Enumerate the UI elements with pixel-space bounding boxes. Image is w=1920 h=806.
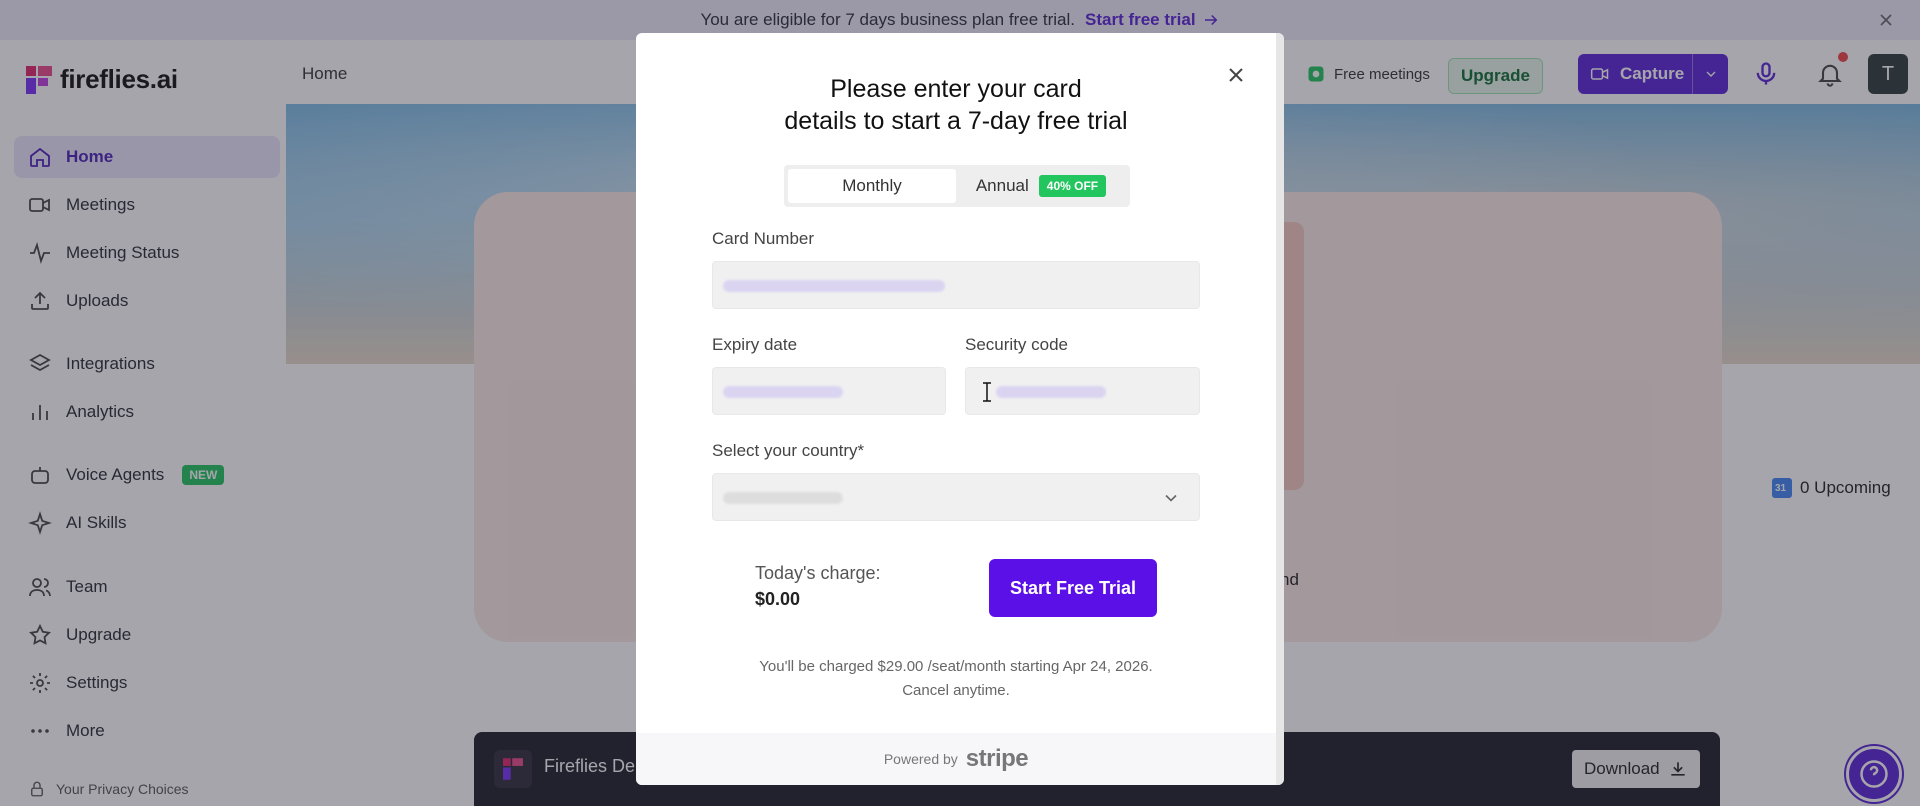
annual-option[interactable]: Annual 40% OFF	[956, 169, 1126, 203]
modal-title: Please enter your card details to start …	[636, 73, 1276, 137]
monthly-option[interactable]: Monthly	[788, 169, 956, 203]
powered-by-label: Powered by	[883, 751, 958, 767]
annual-label: Annual	[975, 176, 1029, 195]
monthly-label: Monthly	[842, 176, 902, 195]
todays-charge-value: $0.00	[755, 589, 801, 609]
security-code-input[interactable]	[965, 367, 1200, 415]
fine-print-line1: You'll be charged $29.00 /seat/month sta…	[759, 658, 1153, 675]
card-details-modal: Please enter your card details to start …	[636, 33, 1284, 785]
powered-by-stripe: Powered by stripe	[636, 733, 1276, 785]
country-label: Select your country*	[712, 441, 865, 460]
modal-title-line1: Please enter your card	[830, 75, 1082, 103]
redacted-value	[723, 386, 843, 398]
country-select[interactable]	[712, 473, 1200, 521]
discount-badge: 40% OFF	[1038, 175, 1107, 197]
expiry-label: Expiry date	[712, 335, 798, 354]
todays-charge-label: Today's charge:	[755, 563, 881, 583]
fine-print-line2: Cancel anytime.	[902, 682, 1010, 699]
chevron-down-icon	[1165, 494, 1177, 502]
card-number-label: Card Number	[712, 229, 815, 248]
modal-scrollbar[interactable]	[1276, 33, 1284, 785]
security-code-label: Security code	[965, 335, 1068, 354]
billing-fine-print: You'll be charged $29.00 /seat/month sta…	[636, 655, 1276, 703]
redacted-value	[996, 386, 1106, 398]
stripe-logo: stripe	[965, 745, 1029, 772]
modal-title-line2: details to start a 7-day free trial	[784, 107, 1128, 135]
redacted-value	[723, 492, 843, 504]
text-cursor-icon	[983, 382, 991, 402]
expiry-input[interactable]	[712, 367, 946, 415]
start-free-trial-button[interactable]: Start Free Trial	[989, 559, 1157, 617]
redacted-value	[723, 280, 945, 292]
billing-period-toggle: Monthly Annual 40% OFF	[784, 165, 1130, 207]
card-number-input[interactable]	[712, 261, 1200, 309]
